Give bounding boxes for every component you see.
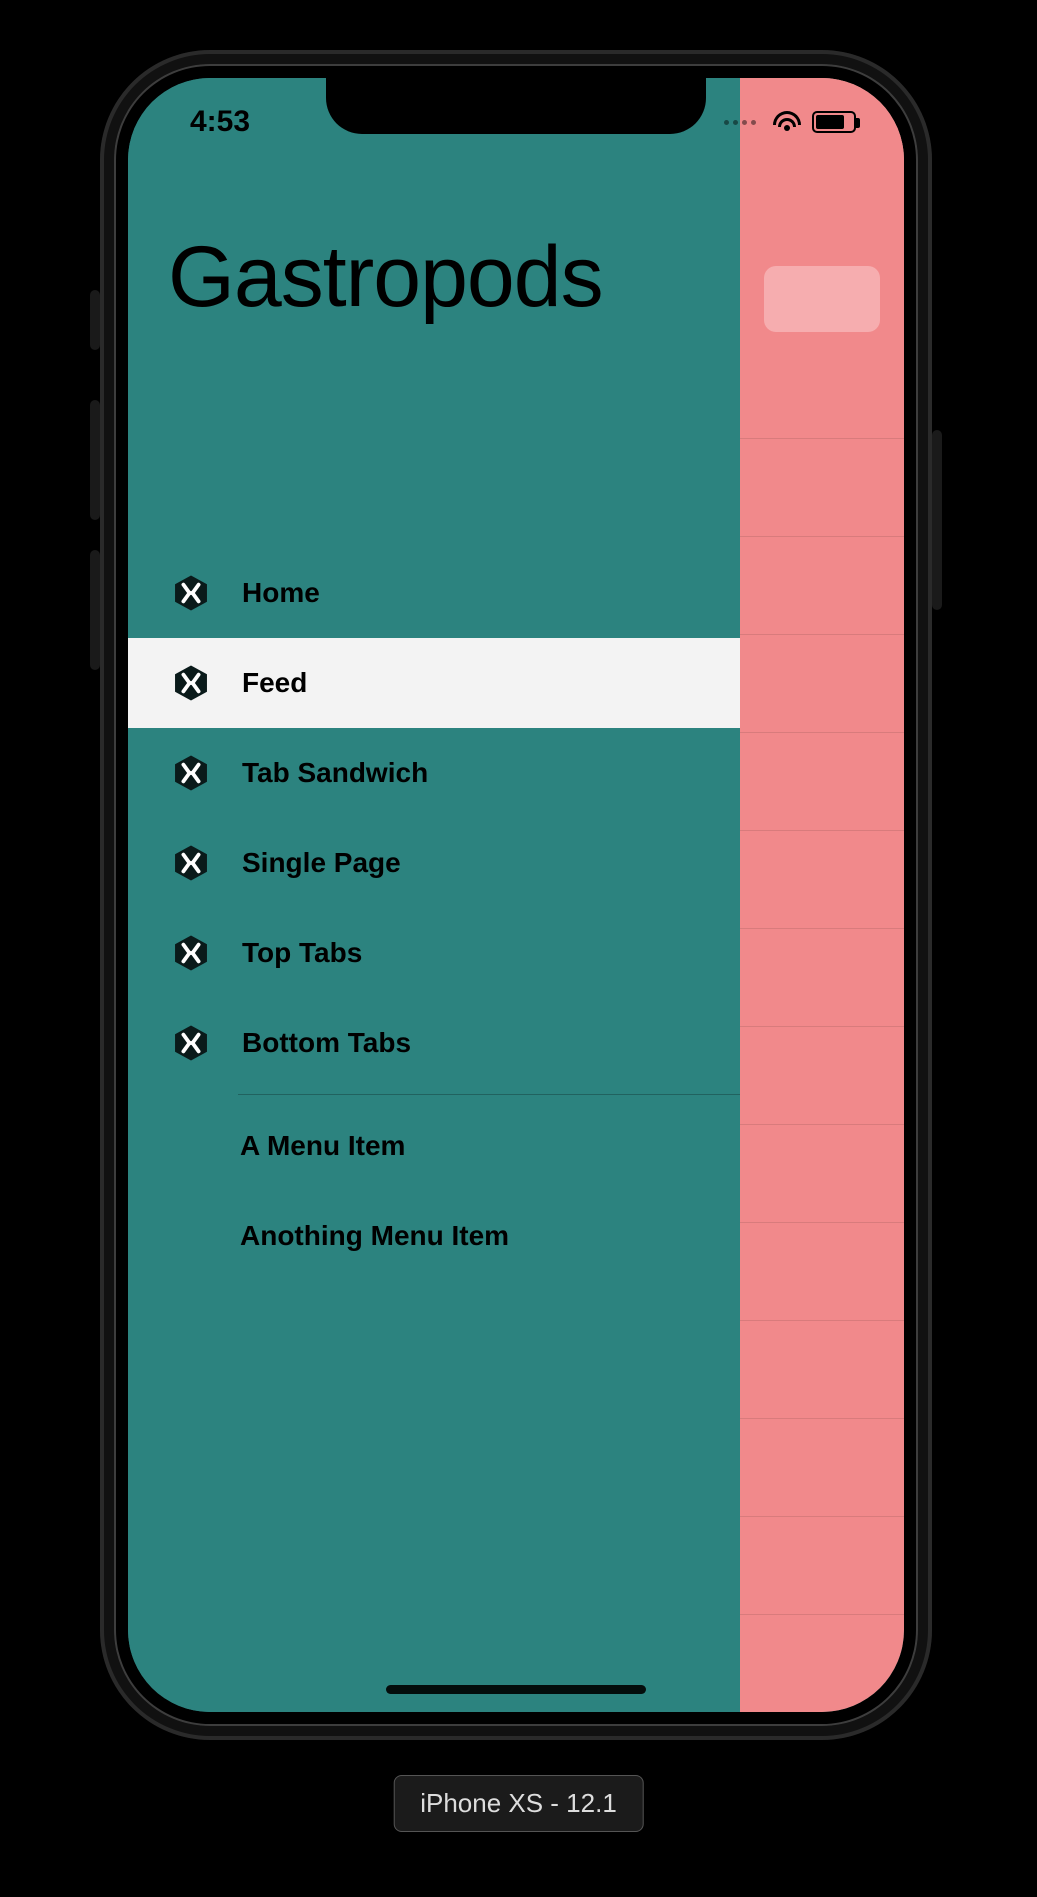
nav-item-a-menu-item[interactable]: A Menu Item	[128, 1101, 740, 1191]
nav-item-label: Feed	[242, 667, 307, 699]
nav-menu: Home Feed Tab Sandwich Single Page Top T…	[128, 548, 740, 1281]
device-notch	[326, 78, 706, 134]
nav-item-feed[interactable]: Feed	[128, 638, 740, 728]
list-row[interactable]	[740, 1418, 904, 1516]
list-row[interactable]	[740, 732, 904, 830]
nav-item-label: Top Tabs	[242, 937, 362, 969]
nav-item-label: A Menu Item	[240, 1130, 405, 1162]
nav-item-label: Home	[242, 577, 320, 609]
nav-item-home[interactable]: Home	[128, 548, 740, 638]
list-row[interactable]	[740, 1026, 904, 1124]
wifi-icon	[772, 111, 802, 133]
nav-item-label: Single Page	[242, 847, 401, 879]
status-icons	[724, 111, 856, 133]
xamarin-icon	[172, 844, 210, 882]
list-row[interactable]	[740, 634, 904, 732]
content-peek[interactable]	[740, 78, 904, 1712]
status-time: 4:53	[190, 105, 250, 139]
mute-switch[interactable]	[90, 290, 100, 350]
side-button[interactable]	[932, 430, 942, 610]
home-indicator[interactable]	[386, 1685, 646, 1694]
navigation-drawer: Gastropods Home Feed Tab Sandwich Single…	[128, 78, 740, 1712]
xamarin-icon	[172, 754, 210, 792]
screen: Gastropods Home Feed Tab Sandwich Single…	[128, 78, 904, 1712]
list-row[interactable]	[740, 928, 904, 1026]
nav-item-top-tabs[interactable]: Top Tabs	[128, 908, 740, 998]
content-list[interactable]	[740, 340, 904, 1712]
list-row[interactable]	[740, 1124, 904, 1222]
content-header-button[interactable]	[764, 266, 880, 332]
list-row[interactable]	[740, 438, 904, 536]
list-row[interactable]	[740, 1320, 904, 1418]
list-row[interactable]	[740, 340, 904, 438]
xamarin-icon	[172, 574, 210, 612]
nav-item-tab-sandwich[interactable]: Tab Sandwich	[128, 728, 740, 818]
list-row[interactable]	[740, 1222, 904, 1320]
nav-item-label: Anothing Menu Item	[240, 1220, 509, 1252]
volume-down-button[interactable]	[90, 550, 100, 670]
xamarin-icon	[172, 934, 210, 972]
simulator-label: iPhone XS - 12.1	[393, 1775, 644, 1832]
list-row[interactable]	[740, 536, 904, 634]
nav-item-label: Bottom Tabs	[242, 1027, 411, 1059]
battery-icon	[812, 111, 856, 133]
list-row[interactable]	[740, 1614, 904, 1712]
list-row[interactable]	[740, 830, 904, 928]
nav-item-anothing-menu-item[interactable]: Anothing Menu Item	[128, 1191, 740, 1281]
nav-item-single-page[interactable]: Single Page	[128, 818, 740, 908]
phone-frame: Gastropods Home Feed Tab Sandwich Single…	[100, 50, 932, 1740]
nav-item-bottom-tabs[interactable]: Bottom Tabs	[128, 998, 740, 1088]
ellipsis-icon	[724, 120, 756, 125]
xamarin-icon	[172, 664, 210, 702]
menu-divider	[238, 1094, 740, 1095]
phone-inner-frame: Gastropods Home Feed Tab Sandwich Single…	[114, 64, 918, 1726]
list-row[interactable]	[740, 1516, 904, 1614]
xamarin-icon	[172, 1024, 210, 1062]
volume-up-button[interactable]	[90, 400, 100, 520]
nav-item-label: Tab Sandwich	[242, 757, 428, 789]
